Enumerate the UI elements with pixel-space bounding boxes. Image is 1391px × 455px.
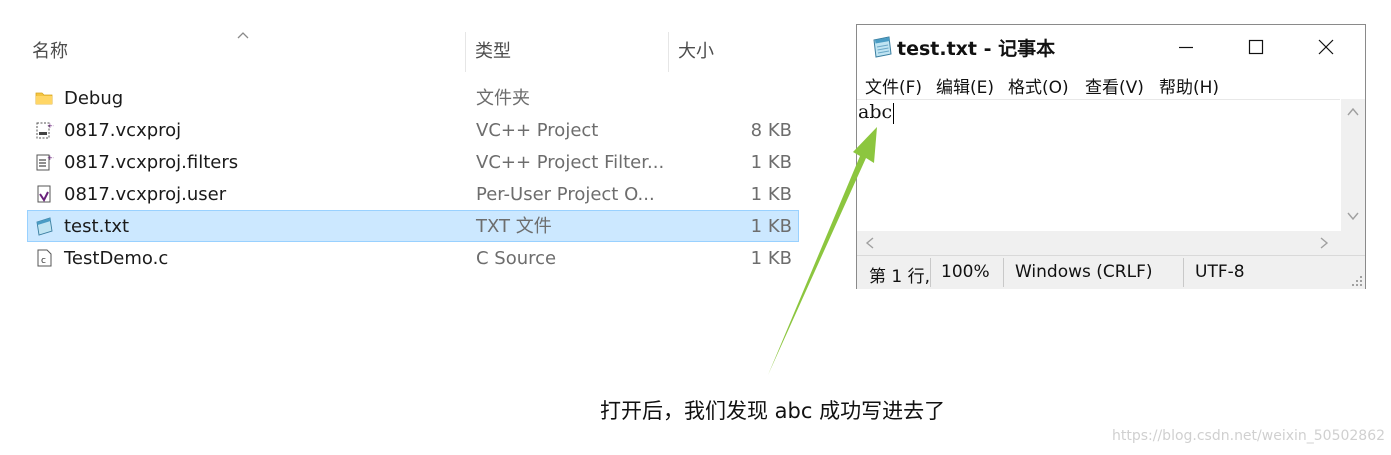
status-zoom: 100% <box>941 262 990 282</box>
file-name: TestDemo.c <box>64 248 169 269</box>
notepad-titlebar[interactable]: test.txt - 记事本 <box>857 25 1365 69</box>
status-separator <box>930 258 931 287</box>
file-name: test.txt <box>64 216 130 237</box>
svg-text:++: ++ <box>47 122 54 130</box>
text-caret <box>893 103 894 124</box>
file-size: 1 KB <box>750 184 792 205</box>
watermark: https://blog.csdn.net/weixin_50502862 <box>1112 428 1386 444</box>
file-size: 1 KB <box>750 216 792 237</box>
status-encoding: UTF-8 <box>1195 262 1245 282</box>
maximize-icon <box>1248 39 1264 55</box>
notepad-menubar: 文件(F) 编辑(E) 格式(O) 查看(V) 帮助(H) <box>857 69 1365 99</box>
file-type: VC++ Project Filter... <box>476 152 665 173</box>
scrollbar-corner <box>1341 231 1365 255</box>
file-type: 文件夹 <box>476 88 530 109</box>
vertical-scrollbar[interactable] <box>1341 99 1365 231</box>
close-icon <box>1318 39 1334 55</box>
file-name: 0817.vcxproj.user <box>64 184 227 205</box>
file-row[interactable]: 0817.vcxproj.user Per-User Project O... 1 … <box>27 178 799 210</box>
column-separator[interactable] <box>668 32 669 72</box>
file-name: Debug <box>64 88 124 109</box>
file-list: Debug文件夹++0817.vcxprojVC++ Project8 KB++… <box>27 82 799 274</box>
column-header-type[interactable]: 类型 <box>475 32 511 72</box>
file-name: 0817.vcxproj <box>64 120 182 141</box>
scroll-up-icon[interactable] <box>1347 107 1359 117</box>
text-file-icon <box>36 217 53 236</box>
svg-text:++: ++ <box>47 154 54 162</box>
column-header-name[interactable]: 名称 <box>32 32 68 72</box>
column-header-size[interactable]: 大小 <box>678 32 714 72</box>
minimize-button[interactable] <box>1151 25 1221 69</box>
file-row[interactable]: ++ 0817.vcxproj VC++ Project 8 KB <box>27 114 799 146</box>
notepad-window: test.txt - 记事本 文件(F) 编辑(E) 格式(O) 查看(V) 帮… <box>856 24 1366 289</box>
file-row[interactable]: ++ 0817.vcxproj.filters VC++ Project Filte… <box>27 146 799 178</box>
scroll-down-icon[interactable] <box>1347 211 1359 221</box>
scroll-left-icon[interactable] <box>865 237 875 249</box>
file-row[interactable]: test.txt TXT 文件 1 KB <box>27 210 799 242</box>
svg-text:c: c <box>41 256 46 266</box>
notepad-text-area[interactable]: abc <box>857 99 1340 232</box>
file-size: 1 KB <box>750 152 792 173</box>
status-cursor-position: 第 1 行, <box>869 267 931 287</box>
menu-edit[interactable]: 编辑(E) <box>936 73 994 98</box>
annotation-caption: 打开后，我们发现 abc 成功写进去了 <box>600 399 946 423</box>
notepad-statusbar: 第 1 行, 100% Windows (CRLF) UTF-8 <box>857 255 1365 289</box>
c-source-file-icon: c <box>37 249 52 267</box>
vcxproj-file-icon: ++ <box>36 122 54 139</box>
notepad-app-icon <box>873 36 892 58</box>
maximize-button[interactable] <box>1221 25 1291 69</box>
file-type: C Source <box>476 248 557 269</box>
file-size: 8 KB <box>750 120 792 141</box>
minimize-icon <box>1179 46 1193 49</box>
file-row[interactable]: c TestDemo.c C Source 1 KB <box>27 242 799 274</box>
resize-grip-icon[interactable] <box>1351 275 1363 287</box>
close-button[interactable] <box>1291 25 1361 69</box>
scroll-right-icon[interactable] <box>1319 237 1329 249</box>
status-separator <box>1003 258 1004 287</box>
menu-format[interactable]: 格式(O) <box>1008 73 1069 98</box>
folder-icon <box>35 92 53 105</box>
menu-file[interactable]: 文件(F) <box>865 73 922 98</box>
column-separator[interactable] <box>465 32 466 72</box>
horizontal-scrollbar[interactable] <box>857 231 1341 255</box>
vcxproj-user-file-icon <box>37 185 51 203</box>
file-row[interactable]: Debug 文件夹 <box>27 82 799 114</box>
status-separator <box>1183 258 1184 287</box>
menu-help[interactable]: 帮助(H) <box>1159 73 1219 98</box>
screenshot-canvas: 名称 类型 大小 Debug 文件夹 ++ 0817.vcxproj VC++ Proj… <box>0 0 1391 455</box>
status-line-ending: Windows (CRLF) <box>1015 262 1153 282</box>
file-type: TXT 文件 <box>476 216 552 237</box>
notepad-content: abc <box>858 101 893 123</box>
file-name: 0817.vcxproj.filters <box>64 152 239 173</box>
file-type: VC++ Project <box>476 120 599 141</box>
file-explorer: 名称 类型 大小 Debug 文件夹 ++ 0817.vcxproj VC++ Proj… <box>0 0 820 300</box>
file-type: Per-User Project O... <box>476 184 655 205</box>
menu-view[interactable]: 查看(V) <box>1085 73 1144 98</box>
vcxproj-filters-file-icon: ++ <box>36 154 54 171</box>
notepad-title: test.txt - 记事本 <box>897 38 1056 60</box>
sort-ascending-icon <box>237 32 249 39</box>
file-size: 1 KB <box>750 248 792 269</box>
